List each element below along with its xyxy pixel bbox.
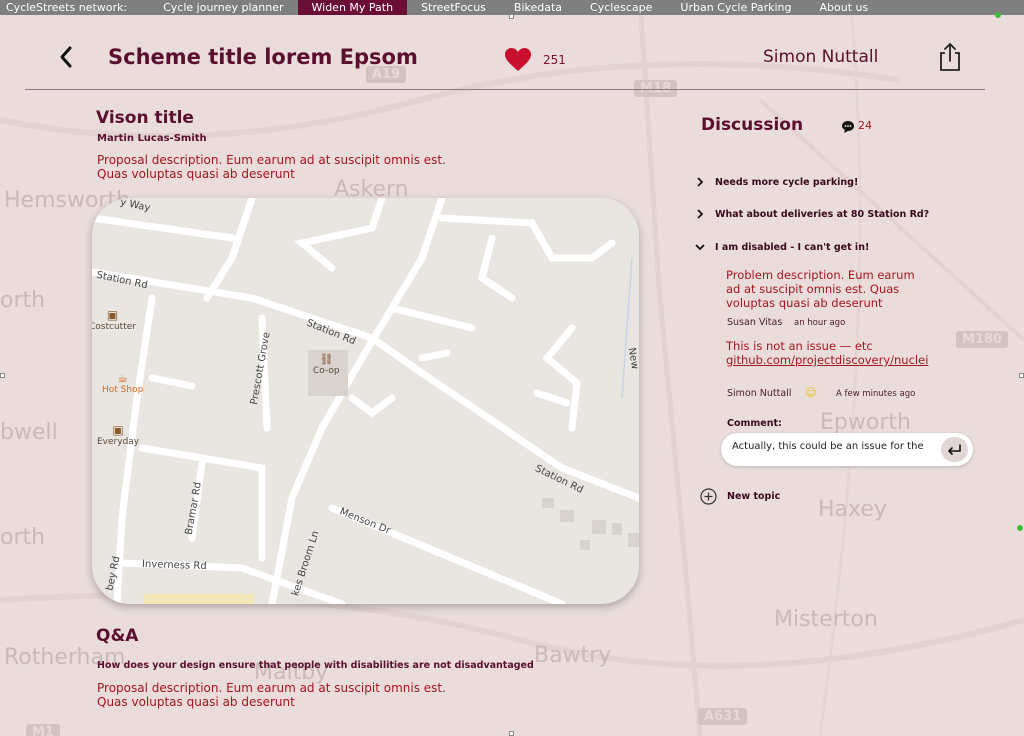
status-dot bbox=[1017, 525, 1023, 531]
emoji-icon: ☺ bbox=[805, 386, 817, 399]
resize-handle[interactable] bbox=[1019, 373, 1024, 378]
cart-icon: ⛓ bbox=[319, 353, 334, 366]
topic-disabled-access[interactable]: I am disabled - I can't get in! bbox=[694, 241, 869, 253]
nav-item-streetfocus[interactable]: StreetFocus bbox=[407, 0, 500, 15]
topic-label: What about deliveries at 80 Station Rd? bbox=[715, 208, 930, 220]
bg-road-label: A631 bbox=[698, 708, 748, 725]
comment-body: This is not an issue — etc bbox=[726, 339, 873, 353]
like-count: 251 bbox=[543, 53, 566, 67]
bg-place: orth bbox=[0, 525, 46, 550]
bg-place: Bawtry bbox=[534, 643, 612, 668]
poi-label: Costcutter bbox=[92, 322, 136, 332]
discussion-count: 24 bbox=[858, 119, 872, 132]
nav-brand: CycleStreets network: bbox=[6, 1, 128, 14]
header-divider bbox=[25, 89, 985, 90]
topic-label: Needs more cycle parking! bbox=[715, 176, 859, 188]
bg-place: Misterton bbox=[774, 607, 878, 632]
topic-deliveries[interactable]: What about deliveries at 80 Station Rd? bbox=[694, 208, 929, 220]
map-roads bbox=[92, 198, 639, 604]
comment-link[interactable]: github.com/projectdiscovery/nuclei bbox=[726, 353, 928, 367]
map-poi[interactable]: ▣ Everyday bbox=[97, 423, 139, 447]
comment-input[interactable] bbox=[732, 441, 927, 452]
bg-road-label: M1 bbox=[26, 724, 60, 736]
poi-label: Everyday bbox=[97, 437, 140, 447]
basket-icon: ▣ bbox=[106, 308, 119, 322]
map-road-label: Inverness Rd bbox=[141, 558, 207, 573]
comment-time: an hour ago bbox=[794, 318, 846, 328]
chevron-right-icon bbox=[697, 177, 704, 187]
map-poi[interactable]: ☕ Hot Shop bbox=[102, 371, 143, 395]
comment-time: A few minutes ago bbox=[836, 389, 916, 399]
qa-title: Q&A bbox=[96, 626, 139, 646]
resize-handle[interactable] bbox=[509, 731, 514, 736]
like-button[interactable] bbox=[504, 47, 532, 73]
bg-place: Haxey bbox=[818, 497, 887, 522]
nav-item-cyclescape[interactable]: Cyclescape bbox=[576, 0, 666, 15]
share-icon bbox=[940, 42, 960, 71]
nav-item-widen-my-path[interactable]: Widen My Path bbox=[297, 0, 408, 15]
share-button[interactable] bbox=[936, 42, 964, 72]
bg-place: Epworth bbox=[820, 410, 911, 435]
comment-text: Problem description. Eum earum ad at sus… bbox=[726, 268, 915, 310]
resize-handle[interactable] bbox=[0, 373, 5, 378]
chevron-down-icon bbox=[695, 244, 705, 251]
bg-place: bwell bbox=[0, 420, 58, 445]
status-dot bbox=[995, 12, 1001, 18]
new-topic-label: New topic bbox=[727, 491, 781, 502]
nav-item-urban-cycle-parking[interactable]: Urban Cycle Parking bbox=[666, 0, 805, 15]
scheme-map[interactable]: y Way Station Rd Station Rd Station Rd P… bbox=[92, 198, 639, 604]
comment-author: Simon Nuttall bbox=[727, 388, 792, 399]
heart-icon bbox=[505, 48, 531, 71]
vision-description: Proposal description. Eum earum ad at su… bbox=[97, 153, 446, 181]
vision-title: Vison title bbox=[96, 108, 194, 128]
qa-question: How does your design ensure that people … bbox=[97, 660, 534, 671]
map-poi[interactable]: ▣ Costcutter bbox=[92, 308, 136, 332]
chat-bubble-icon bbox=[841, 119, 855, 133]
map-poi[interactable]: ⛓ Co-op bbox=[313, 353, 340, 376]
comment-author: Susan Vitas bbox=[727, 317, 783, 328]
user-name[interactable]: Simon Nuttall bbox=[763, 47, 878, 67]
comment-label: Comment: bbox=[727, 418, 782, 429]
return-arrow-icon bbox=[948, 444, 961, 455]
new-topic-button[interactable]: New topic bbox=[700, 488, 780, 505]
resize-handle[interactable] bbox=[509, 14, 514, 19]
poi-label: Hot Shop bbox=[102, 385, 144, 395]
back-button[interactable] bbox=[56, 44, 78, 70]
cup-icon: ☕ bbox=[117, 371, 129, 385]
topic-label: I am disabled - I can't get in! bbox=[715, 241, 870, 253]
nav-item-about-us[interactable]: About us bbox=[806, 0, 883, 15]
network-nav-bar: CycleStreets network: Cycle journey plan… bbox=[0, 0, 1024, 15]
poi-label: Co-op bbox=[313, 366, 340, 376]
basket-icon: ▣ bbox=[112, 423, 124, 437]
send-button[interactable] bbox=[941, 437, 968, 462]
bg-place: orth bbox=[0, 288, 46, 313]
nav-item-journey-planner[interactable]: Cycle journey planner bbox=[149, 0, 297, 15]
chevron-left-icon bbox=[60, 46, 72, 68]
page-title: Scheme title lorem Epsom bbox=[108, 45, 418, 69]
vision-author: Martin Lucas-Smith bbox=[97, 133, 207, 144]
comment-box bbox=[721, 433, 973, 466]
qa-description: Proposal description. Eum earum ad at su… bbox=[97, 681, 446, 709]
bg-road-label: M180 bbox=[956, 331, 1009, 348]
discussion-title: Discussion bbox=[701, 115, 804, 135]
comment-text: This is not an issue — etc github.com/pr… bbox=[726, 339, 928, 367]
plus-circle-icon bbox=[700, 488, 717, 505]
chevron-right-icon bbox=[697, 209, 704, 219]
nav-item-bikedata[interactable]: Bikedata bbox=[500, 0, 576, 15]
topic-cycle-parking[interactable]: Needs more cycle parking! bbox=[694, 176, 858, 188]
